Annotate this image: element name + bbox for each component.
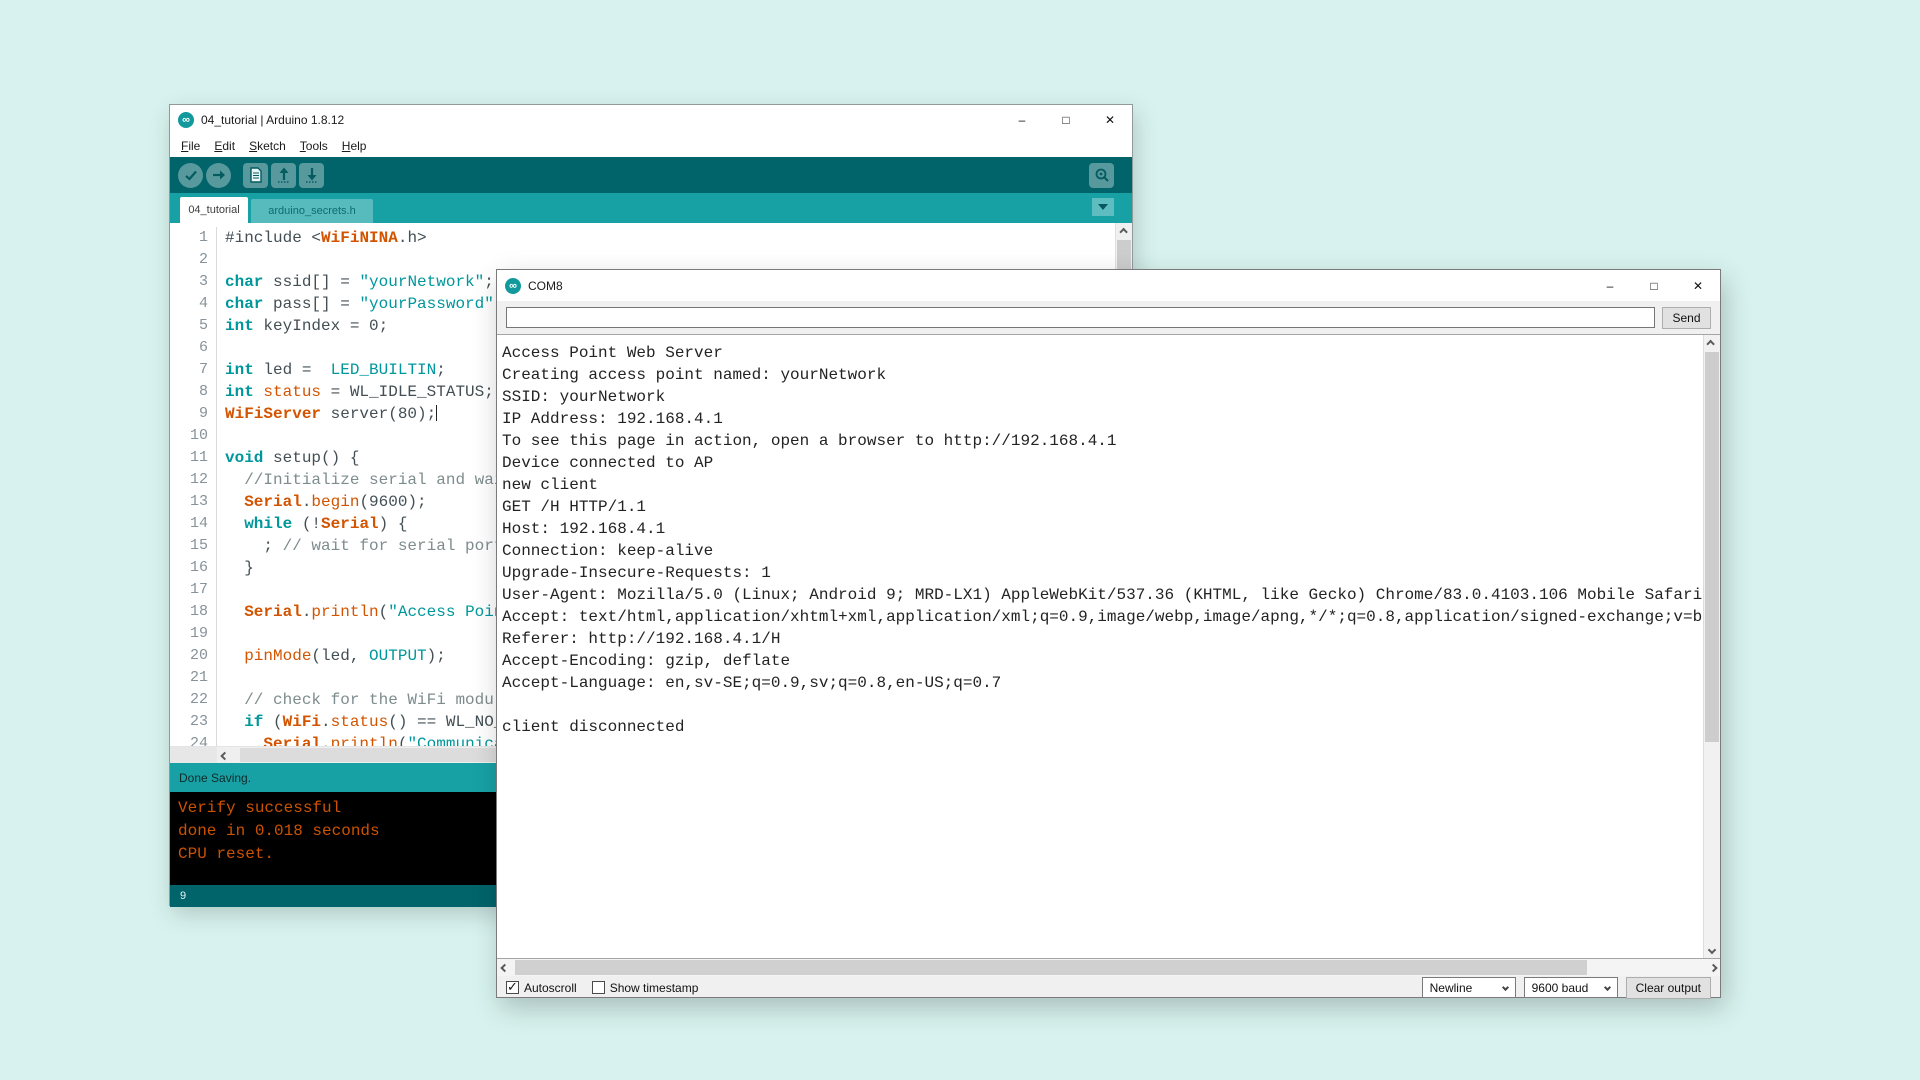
ide-maximize-button[interactable]: □ [1044,105,1088,134]
scroll-up-button[interactable] [1116,223,1132,240]
verify-button[interactable] [178,163,203,188]
baud-rate-select[interactable]: 9600 baud [1524,977,1618,998]
serial-output-line: Accept: text/html,application/xhtml+xml,… [502,606,1703,628]
serial-output-line: Connection: keep-alive [502,540,1703,562]
show-timestamp-label: Show timestamp [610,981,699,995]
scroll-down-button[interactable] [1703,941,1720,958]
serial-output-line: Host: 192.168.4.1 [502,518,1703,540]
chevron-left-icon [220,751,228,759]
tab-04-tutorial[interactable]: 04_tutorial [180,197,248,223]
serial-message-input[interactable] [506,307,1655,328]
serial-monitor-window: ∞ COM8 – □ ✕ Send Access Point Web Serve… [496,269,1721,998]
serial-output-line: client disconnected [502,716,1703,738]
serial-output-area: Access Point Web ServerCreating access p… [497,334,1720,959]
serial-input-row: Send [497,301,1720,334]
menu-help[interactable]: Help [335,139,374,153]
code-line: 1#include <WiFiNINA.h> [170,227,1132,249]
check-icon [184,168,198,182]
cursor-line-indicator: 9 [180,890,186,902]
tab-arduino-secrets[interactable]: arduino_secrets.h [251,199,373,223]
serial-output-line: new client [502,474,1703,496]
scroll-up-button[interactable] [1703,335,1720,352]
menu-tools[interactable]: Tools [293,139,335,153]
code-line: 2 [170,249,1132,271]
autoscroll-checkbox[interactable] [506,981,519,994]
chevron-down-icon [1098,204,1108,210]
baud-rate-value: 9600 baud [1532,981,1589,995]
scroll-left-button[interactable] [497,959,514,976]
line-ending-select[interactable]: Newline [1422,977,1516,998]
ide-minimize-button[interactable]: – [1000,105,1044,134]
serial-output-line: Access Point Web Server [502,342,1703,364]
serial-monitor-button[interactable] [1089,163,1114,188]
save-sketch-button[interactable] [299,163,324,188]
document-icon [249,167,263,183]
chevron-up-icon [1119,227,1127,235]
chevron-up-icon [1706,339,1714,347]
chevron-down-icon [1604,984,1611,991]
arrow-down-tray-icon [305,167,319,183]
line-ending-value: Newline [1430,981,1473,995]
serial-close-button[interactable]: ✕ [1676,270,1720,301]
serial-output-line: Device connected to AP [502,452,1703,474]
send-button[interactable]: Send [1662,307,1711,329]
serial-output-line: User-Agent: Mozilla/5.0 (Linux; Android … [502,584,1703,606]
open-sketch-button[interactable] [271,163,296,188]
serial-output-line: Upgrade-Insecure-Requests: 1 [502,562,1703,584]
autoscroll-label: Autoscroll [524,981,577,995]
new-sketch-button[interactable] [243,163,268,188]
arrow-up-tray-icon [277,167,291,183]
scroll-right-button[interactable] [1703,959,1720,976]
serial-output-line: IP Address: 192.168.4.1 [502,408,1703,430]
scroll-left-button[interactable] [217,747,234,764]
scrollbar-thumb[interactable] [515,960,1587,975]
serial-output-line: Accept-Language: en,sv-SE;q=0.9,sv;q=0.8… [502,672,1703,694]
menu-sketch[interactable]: Sketch [242,139,293,153]
tab-list-dropdown-button[interactable] [1092,198,1114,216]
serial-window-title: COM8 [528,279,563,293]
ide-menubar: File Edit Sketch Tools Help [170,134,1132,157]
serial-output-text: Access Point Web ServerCreating access p… [497,335,1703,958]
show-timestamp-checkbox[interactable] [592,981,605,994]
ide-toolbar [170,157,1132,193]
serial-output-line: Referer: http://192.168.4.1/H [502,628,1703,650]
serial-titlebar[interactable]: ∞ COM8 – □ ✕ [497,270,1720,301]
clear-output-button[interactable]: Clear output [1626,977,1711,999]
status-message: Done Saving. [179,771,251,785]
menu-file[interactable]: File [174,139,207,153]
upload-button[interactable] [206,163,231,188]
arduino-logo-icon: ∞ [505,278,521,294]
arduino-logo-icon: ∞ [178,112,194,128]
serial-output-line: Accept-Encoding: gzip, deflate [502,650,1703,672]
arrow-right-icon [212,168,226,182]
serial-output-line: Creating access point named: yourNetwork [502,364,1703,386]
chevron-down-icon [1502,984,1509,991]
serial-output-line: GET /H HTTP/1.1 [502,496,1703,518]
chevron-right-icon [1709,963,1717,971]
serial-output-line: To see this page in action, open a brows… [502,430,1703,452]
chevron-down-icon [1707,945,1715,953]
ide-window-title: 04_tutorial | Arduino 1.8.12 [201,113,344,127]
serial-bottom-bar: Autoscroll Show timestamp Newline 9600 b… [497,976,1720,999]
ide-close-button[interactable]: ✕ [1088,105,1132,134]
menu-edit[interactable]: Edit [207,139,242,153]
scrollbar-thumb[interactable] [1705,352,1719,742]
chevron-left-icon [500,963,508,971]
serial-vertical-scrollbar[interactable] [1703,335,1720,958]
scrollbar-corner [170,747,217,763]
ide-titlebar[interactable]: ∞ 04_tutorial | Arduino 1.8.12 – □ ✕ [170,105,1132,134]
serial-output-line [502,694,1703,716]
serial-maximize-button[interactable]: □ [1632,270,1676,301]
serial-horizontal-scrollbar[interactable] [497,959,1720,976]
serial-minimize-button[interactable]: – [1588,270,1632,301]
serial-output-line: SSID: yourNetwork [502,386,1703,408]
ide-tabbar: 04_tutorial arduino_secrets.h [170,193,1132,223]
magnifier-icon [1094,167,1110,183]
